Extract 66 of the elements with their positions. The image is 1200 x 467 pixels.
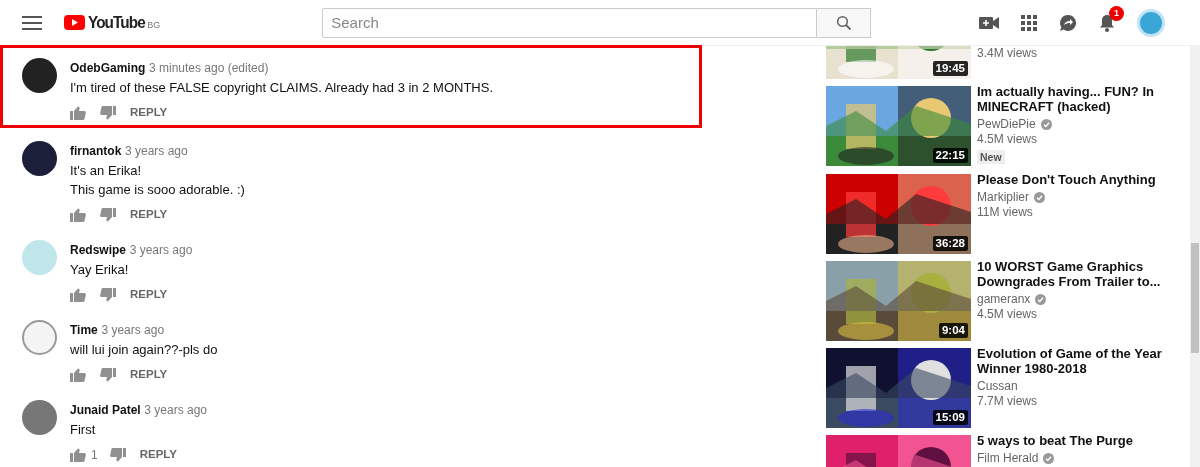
thumbs-down-icon[interactable] xyxy=(100,208,116,222)
channel-name[interactable]: Cussan xyxy=(977,378,1018,394)
notification-badge: 1 xyxy=(1109,5,1124,21)
new-badge: New xyxy=(977,150,1005,164)
thumbs-up-icon[interactable] xyxy=(70,208,86,222)
comment-author[interactable]: OdebGaming xyxy=(70,61,146,75)
like-count: 1 xyxy=(91,447,98,464)
comment-author[interactable]: Junaid Patel xyxy=(70,403,141,417)
account-avatar[interactable] xyxy=(1137,8,1165,37)
comment-author[interactable]: Time xyxy=(70,323,98,337)
comment-time[interactable]: 3 minutes ago (edited) xyxy=(148,61,269,75)
reply-button[interactable]: REPLY xyxy=(125,446,177,464)
comment-time[interactable]: 3 years ago xyxy=(129,243,193,257)
comment-time[interactable]: 3 years ago xyxy=(101,323,165,337)
channel-name[interactable]: Film Herald xyxy=(977,450,1039,466)
comment-time[interactable]: 3 years ago xyxy=(144,403,208,417)
avatar[interactable] xyxy=(22,141,57,176)
video-duration: 22:15 xyxy=(932,148,968,163)
chat-bubble-icon[interactable] xyxy=(1059,13,1077,32)
video-camera-icon[interactable] xyxy=(979,15,999,30)
channel-name[interactable]: Markiplier xyxy=(977,189,1029,205)
thumbs-down-icon[interactable] xyxy=(100,106,116,120)
search-icon[interactable] xyxy=(835,14,852,31)
video-duration: 19:45 xyxy=(932,61,968,76)
view-count: 4.5M views xyxy=(977,306,1039,322)
menu-icon[interactable] xyxy=(22,14,42,31)
video-title[interactable]: Evolution of Game of the Year Winner 1980-2018 xyxy=(977,345,1190,376)
comment-author[interactable]: Redswipe xyxy=(70,243,126,257)
thumbs-down-icon[interactable] xyxy=(100,288,116,302)
thumbs-up-icon[interactable] xyxy=(70,448,86,462)
reply-button[interactable]: REPLY xyxy=(116,206,168,224)
comment-text: It's an Erika! This game is sooo adorable. :) xyxy=(70,162,245,199)
thumbs-up-icon[interactable] xyxy=(70,106,86,120)
comment-text: I'm tired of these FALSE copyright CLAIMS. Already had 3 in 2 MONTHS. xyxy=(70,79,493,97)
bell-icon[interactable] xyxy=(1099,14,1115,33)
comment-text: will lui join again??-pls do xyxy=(70,341,218,359)
comment-time[interactable]: 3 years ago xyxy=(124,144,188,158)
reply-button[interactable]: REPLY xyxy=(116,104,168,122)
comment-text: Yay Erika! xyxy=(70,261,130,279)
avatar[interactable] xyxy=(22,58,57,93)
apps-grid-icon[interactable] xyxy=(1021,14,1037,31)
thumbs-up-icon[interactable] xyxy=(70,288,86,302)
scrollbar[interactable] xyxy=(1190,46,1200,467)
view-count: 7.7M views xyxy=(977,393,1039,409)
thumbs-down-icon[interactable] xyxy=(109,448,126,462)
channel-name[interactable]: gameranx xyxy=(977,291,1031,307)
video-title[interactable]: 5 ways to beat The Purge xyxy=(977,432,1134,448)
scrollbar-thumb[interactable] xyxy=(1191,243,1199,353)
comment-text: First xyxy=(70,421,97,439)
view-count: 11M views xyxy=(977,204,1034,220)
comment-author[interactable]: firnantok xyxy=(70,144,122,158)
thumbs-down-icon[interactable] xyxy=(100,368,116,382)
thumbs-up-icon[interactable] xyxy=(70,368,86,382)
reply-button[interactable]: REPLY xyxy=(116,286,168,304)
view-count: 3.4M views xyxy=(977,46,1038,61)
search-field[interactable]: Search xyxy=(322,7,818,38)
video-title[interactable]: Im actually having... FUN? In MINECRAFT (hacked) xyxy=(977,84,1190,114)
logo-text[interactable]: YouTube xyxy=(88,9,145,36)
video-title[interactable]: Please Don't Touch Anything xyxy=(977,171,1156,187)
video-title[interactable]: 10 WORST Game Graphics Downgrades From Trailer to... xyxy=(977,258,1190,289)
play-logo-icon[interactable] xyxy=(64,15,85,30)
reply-button[interactable]: REPLY xyxy=(116,366,168,384)
view-count: 4.5M views xyxy=(977,132,1039,147)
country-code: BG xyxy=(147,18,161,32)
search-button[interactable] xyxy=(817,7,872,38)
channel-name[interactable]: PewDiePie xyxy=(977,117,1036,132)
